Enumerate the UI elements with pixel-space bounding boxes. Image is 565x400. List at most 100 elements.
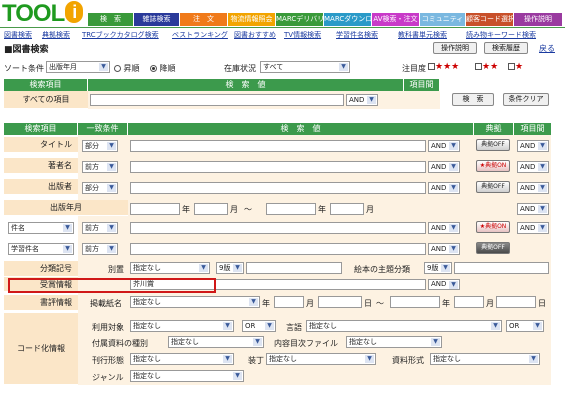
grid-header-between: 項目間 bbox=[514, 123, 551, 135]
publication-form-select[interactable]: 指定なし bbox=[130, 353, 234, 365]
sort-desc[interactable]: 降順 bbox=[150, 63, 176, 74]
tab-magazine-search[interactable]: 雑誌検索 bbox=[134, 13, 179, 26]
search-button[interactable]: 検 索 bbox=[452, 93, 494, 106]
review-to-year-input[interactable] bbox=[390, 296, 440, 308]
attention-2-checkbox[interactable] bbox=[475, 63, 482, 70]
review-to-month-input[interactable] bbox=[454, 296, 484, 308]
award-op-select[interactable]: AND bbox=[428, 279, 460, 290]
title-op-select[interactable]: AND bbox=[428, 140, 460, 152]
sort-field-select[interactable]: 出版年月 bbox=[46, 61, 110, 73]
nav-link-book-search[interactable]: 図書検索 bbox=[4, 30, 32, 40]
subject-op-select[interactable]: AND bbox=[428, 222, 460, 234]
publisher-op-select[interactable]: AND bbox=[428, 182, 460, 194]
history-button[interactable]: 検索履歴 bbox=[484, 42, 528, 54]
subject-input[interactable] bbox=[130, 222, 426, 234]
material-form-select[interactable]: 指定なし bbox=[430, 353, 540, 365]
nav-link-reading-keyword[interactable]: 読み物キーワード検索 bbox=[466, 30, 536, 40]
sort-asc[interactable]: 昇順 bbox=[114, 63, 140, 74]
target-or-select[interactable]: OR bbox=[242, 320, 276, 332]
author-input[interactable] bbox=[130, 161, 426, 173]
genre-select[interactable]: 指定なし bbox=[130, 370, 244, 382]
tab-search[interactable]: 検 索 bbox=[88, 13, 133, 26]
attention-2[interactable]: ★★ bbox=[475, 62, 498, 72]
ndc-edition-select[interactable]: 9版 bbox=[216, 262, 244, 274]
tab-manual[interactable]: 操作説明 bbox=[514, 13, 562, 26]
tab-av-search[interactable]: AV検索・注文 bbox=[372, 13, 419, 26]
nav-link-recommended[interactable]: 図書おすすめ bbox=[234, 30, 276, 40]
attention-1-checkbox[interactable] bbox=[508, 63, 515, 70]
tab-marc-download[interactable]: MARCダウンロード bbox=[324, 13, 371, 26]
review-paper-select[interactable]: 指定なし bbox=[130, 296, 260, 308]
subject-between-select[interactable]: AND bbox=[517, 222, 549, 234]
title-authority-toggle[interactable]: 典拠OFF bbox=[476, 139, 510, 151]
attachment-select[interactable]: 指定なし bbox=[168, 336, 264, 348]
language-or-select[interactable]: OR bbox=[506, 320, 544, 332]
author-between-select[interactable]: AND bbox=[517, 161, 549, 173]
asc-radio[interactable] bbox=[114, 65, 121, 72]
all-items-input[interactable] bbox=[90, 94, 344, 106]
publisher-input[interactable] bbox=[130, 182, 426, 194]
target-select[interactable]: 指定なし bbox=[130, 320, 234, 332]
publisher-between-select[interactable]: AND bbox=[517, 182, 549, 194]
nav-link-textbook-unit[interactable]: 教科書単元検索 bbox=[398, 30, 447, 40]
review-from-month-input[interactable] bbox=[274, 296, 304, 308]
pubdate-to-year-input[interactable] bbox=[266, 203, 316, 215]
author-match-select[interactable]: 前方 bbox=[82, 161, 118, 173]
tab-marc-delivery[interactable]: MARCデリバリ bbox=[276, 13, 323, 26]
subject-authority-toggle[interactable]: ★典拠ON bbox=[476, 221, 510, 233]
classification-input[interactable] bbox=[246, 262, 342, 274]
manual-button[interactable]: 操作説明 bbox=[433, 42, 477, 54]
pubdate-to-month-unit: 月 bbox=[366, 205, 374, 214]
stock-label: 在庫状況 bbox=[224, 64, 256, 73]
review-to-day-input[interactable] bbox=[496, 296, 536, 308]
publisher-match-select[interactable]: 部分 bbox=[82, 182, 118, 194]
learning-op-select[interactable]: AND bbox=[428, 243, 460, 255]
nav-link-trc-catalog[interactable]: TRCブックカタログ検索 bbox=[82, 30, 159, 40]
desc-radio[interactable] bbox=[150, 65, 157, 72]
review-from-day-input[interactable] bbox=[318, 296, 362, 308]
attention-3-checkbox[interactable] bbox=[428, 63, 435, 70]
attention-3[interactable]: ★★★ bbox=[428, 62, 459, 72]
stock-select[interactable]: すべて bbox=[260, 61, 350, 73]
toc-file-select[interactable]: 指定なし bbox=[346, 336, 442, 348]
grid-header-item: 検索項目 bbox=[4, 123, 78, 135]
picture-ndc-select[interactable]: 9版 bbox=[424, 262, 452, 274]
nav-link-tv-info[interactable]: TV情報検索 bbox=[284, 30, 321, 40]
back-link[interactable]: 戻る bbox=[539, 43, 555, 54]
learning-authority-toggle[interactable]: 典拠OFF bbox=[476, 242, 510, 254]
learning-field-select[interactable]: 学習件名 bbox=[8, 243, 74, 255]
all-items-header-between: 項目間 bbox=[404, 79, 440, 91]
tab-order[interactable]: 注 文 bbox=[180, 13, 227, 26]
title-input[interactable] bbox=[130, 140, 426, 152]
separate-shelf-select[interactable]: 指定なし bbox=[130, 262, 210, 274]
nav-link-learning-subject[interactable]: 学習件名検索 bbox=[336, 30, 378, 40]
author-authority-toggle[interactable]: ★典拠ON bbox=[476, 160, 510, 172]
pubdate-between-select[interactable]: AND bbox=[517, 203, 549, 215]
picture-subject-label: 絵本の主題分類 bbox=[354, 265, 410, 274]
tab-customer-code[interactable]: 顧客コード選択 bbox=[466, 13, 513, 26]
tab-community[interactable]: コミュニティ bbox=[420, 13, 465, 26]
subject-field-select[interactable]: 件名 bbox=[8, 222, 74, 234]
learning-input[interactable] bbox=[130, 243, 426, 255]
learning-match-select[interactable]: 前方 bbox=[82, 243, 118, 255]
pubdate-from-month-input[interactable] bbox=[194, 203, 228, 215]
tab-logistics[interactable]: 物流情報照会 bbox=[228, 13, 275, 26]
subject-match-select[interactable]: 前方 bbox=[82, 222, 118, 234]
binding-select[interactable]: 指定なし bbox=[266, 353, 376, 365]
picture-subject-input[interactable] bbox=[454, 262, 549, 274]
author-op-select[interactable]: AND bbox=[428, 161, 460, 173]
tool-i-logo[interactable]: TOOL i bbox=[2, 1, 94, 27]
nav-link-best-ranking[interactable]: ベストランキング bbox=[172, 30, 228, 40]
title-between-select[interactable]: AND bbox=[517, 140, 549, 152]
publisher-authority-toggle[interactable]: 典拠OFF bbox=[476, 181, 510, 193]
all-items-op-select[interactable]: AND bbox=[346, 94, 378, 106]
grid-header-match: 一致条件 bbox=[78, 123, 128, 135]
attention-1[interactable]: ★ bbox=[508, 62, 523, 72]
review-paper-label: 掲載紙名 bbox=[90, 299, 122, 308]
clear-button[interactable]: 条件クリア bbox=[503, 93, 549, 106]
pubdate-to-month-input[interactable] bbox=[330, 203, 364, 215]
pubdate-from-year-input[interactable] bbox=[130, 203, 180, 215]
title-match-select[interactable]: 部分 bbox=[82, 140, 118, 152]
language-select[interactable]: 指定なし bbox=[306, 320, 502, 332]
nav-link-authority-search[interactable]: 典拠検索 bbox=[42, 30, 70, 40]
